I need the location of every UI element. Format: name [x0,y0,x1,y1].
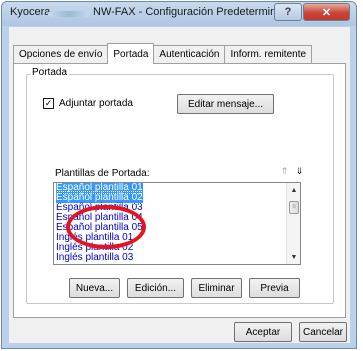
attach-cover-checkbox[interactable]: ✓ [43,98,54,109]
list-scrollbar[interactable]: ▲ ≡ ▼ [286,183,300,264]
templates-label: Plantillas de Portada: [55,168,150,179]
checkmark-icon: ✓ [44,98,53,108]
scroll-down-icon[interactable]: ▼ [287,251,300,263]
close-button[interactable]: ✕ [303,3,350,21]
group-label: Portada [30,67,70,78]
move-down-icon[interactable]: ⇓ [293,165,306,178]
window-title: NW-FAX - Configuración Predeterminada [93,6,295,18]
tab-authentication[interactable]: Autenticación [153,45,226,63]
highlight-oval [66,205,146,249]
window-title-prefix: Kyocera [10,6,51,18]
tab-send-options[interactable]: Opciones de envío [13,45,109,63]
scroll-up-icon[interactable]: ▲ [287,184,300,196]
title-bar[interactable]: Kyocera NW-FAX - Configuración Predeterm… [2,2,356,26]
scroll-thumb[interactable]: ≡ [289,201,299,214]
attach-cover-label: Adjuntar portada [59,98,133,109]
delete-template-button[interactable]: Eliminar [191,278,242,298]
accept-button[interactable]: Aceptar [234,322,292,342]
title-redaction [48,11,90,17]
close-icon: ✕ [321,6,332,19]
cancel-button[interactable]: Cancelar [299,322,347,342]
tab-strip: Opciones de envío Portada Autenticación … [13,43,313,64]
move-up-icon[interactable]: ⇑ [278,165,291,178]
dialog-window: Kyocera NW-FAX - Configuración Predeterm… [1,1,357,349]
attach-cover-checkbox-row[interactable]: ✓ Adjuntar portada [43,98,133,109]
list-item[interactable]: Inglés plantilla 03 [54,253,300,263]
help-button[interactable]: ? [274,3,302,21]
edit-template-button[interactable]: Edición... [127,278,184,298]
edit-message-button[interactable]: Editar mensaje... [177,94,274,114]
dialog-client: Opciones de envío Portada Autenticación … [9,27,350,343]
tab-panel-cover-page: Portada ✓ Adjuntar portada Editar mensaj… [13,63,346,318]
tab-cover-page[interactable]: Portada [107,43,155,64]
preview-button[interactable]: Previa [249,278,300,298]
new-template-button[interactable]: Nueva... [69,278,120,298]
help-icon: ? [284,6,292,18]
tab-sender-info[interactable]: Inform. remitente [224,45,313,63]
